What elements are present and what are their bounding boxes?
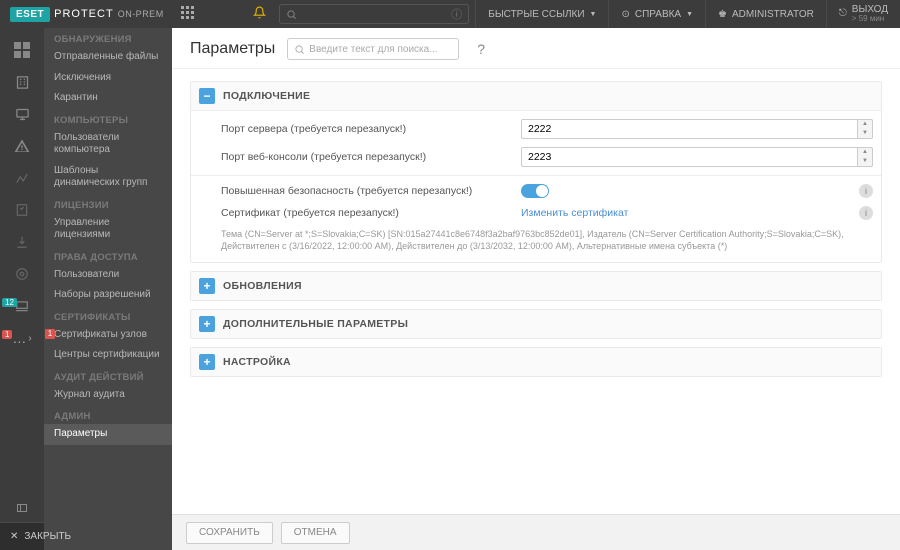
expand-icon: + <box>199 278 215 294</box>
apps-grid-icon[interactable] <box>174 6 202 23</box>
quick-links-menu[interactable]: БЫСТРЫЕ ССЫЛКИ▼ <box>475 0 608 28</box>
rail-building-icon[interactable] <box>0 66 44 98</box>
section-extra: + ДОПОЛНИТЕЛЬНЫЕ ПАРАМЕТРЫ <box>190 309 882 339</box>
section-updates: + ОБНОВЛЕНИЯ <box>190 271 882 301</box>
rail-tasks-icon[interactable] <box>0 194 44 226</box>
side-group-detections: ОБНАРУЖЕНИЯ <box>44 28 172 47</box>
server-port-field[interactable]: ▲▼ <box>521 119 873 139</box>
notifications-bell-icon[interactable] <box>245 6 273 22</box>
section-connection: − ПОДКЛЮЧЕНИЕ Порт сервера (требуется пе… <box>190 81 882 263</box>
side-item-dyn-group-templates[interactable]: Шаблоны динамических групп <box>44 161 172 194</box>
side-item-computer-users[interactable]: Пользователи компьютера <box>44 128 172 161</box>
rail-dashboard-icon[interactable] <box>0 34 44 66</box>
side-item-audit-log[interactable]: Журнал аудита <box>44 385 172 406</box>
change-certificate-link[interactable]: Изменить сертификат <box>521 207 628 219</box>
rail-warning-icon[interactable] <box>0 130 44 162</box>
main-content: − ПОДКЛЮЧЕНИЕ Порт сервера (требуется пе… <box>172 69 900 514</box>
brand-onprem: ON-PREM <box>118 9 164 19</box>
side-group-admin: АДМИН <box>44 405 172 424</box>
side-item-exclusions[interactable]: Исключения <box>44 68 172 89</box>
brand-eset: ESET <box>10 7 50 22</box>
side-group-certs: СЕРТИФИКАТЫ <box>44 306 172 325</box>
help-icon: ⊙ <box>621 9 629 20</box>
rail-monitor-icon[interactable] <box>0 98 44 130</box>
top-bar: ESET PROTECT ON-PREM ⓘ БЫСТРЫЕ ССЫЛКИ▼ ⊙… <box>0 0 900 28</box>
side-group-licenses: ЛИЦЕНЗИИ <box>44 194 172 213</box>
side-item-badge: 1 <box>45 329 55 339</box>
footer-bar: СОХРАНИТЬ ОТМЕНА <box>172 514 900 550</box>
side-group-access: ПРАВА ДОСТУПА <box>44 246 172 265</box>
help-menu[interactable]: ⊙ СПРАВКА▼ <box>608 0 705 28</box>
section-extra-header[interactable]: + ДОПОЛНИТЕЛЬНЫЕ ПАРАМЕТРЫ <box>191 310 881 338</box>
user-icon: ♚ <box>718 9 727 20</box>
brand-protect: PROTECT <box>54 8 114 20</box>
side-item-permission-sets[interactable]: Наборы разрешений <box>44 285 172 306</box>
rail-more-icon[interactable]: 1 … › <box>0 322 44 354</box>
main-header: Параметры Введите текст для поиска... ? <box>172 28 900 69</box>
save-button[interactable]: СОХРАНИТЬ <box>186 522 273 544</box>
page-help-icon[interactable]: ? <box>477 41 485 57</box>
nav-rail: 12 1 … › ✕ ЗАКРЫТЬ <box>0 28 44 550</box>
server-port-spinner[interactable]: ▲▼ <box>857 119 873 139</box>
close-icon: ✕ <box>10 531 18 542</box>
web-port-field[interactable]: ▲▼ <box>521 147 873 167</box>
rail-collapse-button[interactable] <box>0 494 44 522</box>
side-group-audit: АУДИТ ДЕЙСТВИЙ <box>44 366 172 385</box>
rail-policies-icon[interactable] <box>0 258 44 290</box>
info-icon[interactable]: i <box>859 184 873 198</box>
advanced-security-label: Повышенная безопасность (требуется перез… <box>221 185 521 197</box>
topbar-search[interactable]: ⓘ <box>279 4 469 24</box>
user-menu[interactable]: ♚ ADMINISTRATOR <box>705 0 826 28</box>
rail-badge-more: 1 <box>2 330 12 339</box>
settings-search-placeholder: Введите текст для поиска... <box>309 44 437 55</box>
info-icon[interactable]: i <box>859 206 873 220</box>
certificate-details: Тема (CN=Server at *;S=Slovakia;C=SK) [S… <box>221 224 873 254</box>
section-setup: + НАСТРОЙКА <box>190 347 882 377</box>
advanced-security-toggle[interactable] <box>521 184 549 198</box>
page-title: Параметры <box>190 40 275 58</box>
expand-icon: + <box>199 316 215 332</box>
cancel-button[interactable]: ОТМЕНА <box>281 522 350 544</box>
rail-install-icon[interactable] <box>0 226 44 258</box>
main-panel: Параметры Введите текст для поиска... ? … <box>172 28 900 550</box>
logout-button[interactable]: ⎋ ВЫХОД > 59 мин <box>826 0 900 28</box>
side-menu: ОБНАРУЖЕНИЯ Отправленные файлы Исключени… <box>44 28 172 550</box>
certificate-label: Сертификат (требуется перезапуск!) <box>221 207 521 219</box>
server-port-label: Порт сервера (требуется перезапуск!) <box>221 123 521 135</box>
brand: ESET PROTECT ON-PREM <box>0 0 174 28</box>
side-item-ca[interactable]: Центры сертификации <box>44 345 172 366</box>
web-port-label: Порт веб-консоли (требуется перезапуск!) <box>221 151 521 163</box>
side-item-license-mgmt[interactable]: Управление лицензиями <box>44 213 172 246</box>
section-updates-header[interactable]: + ОБНОВЛЕНИЯ <box>191 272 881 300</box>
settings-search[interactable]: Введите текст для поиска... <box>287 38 459 60</box>
search-icon <box>294 44 305 55</box>
rail-computers-icon[interactable]: 12 <box>0 290 44 322</box>
expand-icon: + <box>199 354 215 370</box>
server-port-input[interactable] <box>521 119 857 139</box>
close-button[interactable]: ✕ ЗАКРЫТЬ <box>0 522 44 550</box>
side-item-sent-files[interactable]: Отправленные файлы <box>44 47 172 68</box>
section-connection-header[interactable]: − ПОДКЛЮЧЕНИЕ <box>191 82 881 110</box>
side-item-node-certs[interactable]: 1 Сертификаты узлов <box>44 325 172 346</box>
section-setup-header[interactable]: + НАСТРОЙКА <box>191 348 881 376</box>
side-group-computers: КОМПЬЮТЕРЫ <box>44 109 172 128</box>
rail-badge-computers: 12 <box>2 298 17 307</box>
web-port-spinner[interactable]: ▲▼ <box>857 147 873 167</box>
side-item-parameters[interactable]: Параметры <box>44 424 172 445</box>
collapse-icon: − <box>199 88 215 104</box>
side-item-users[interactable]: Пользователи <box>44 265 172 286</box>
logout-icon: ⎋ <box>839 9 847 19</box>
side-item-quarantine[interactable]: Карантин <box>44 88 172 109</box>
rail-reports-icon[interactable] <box>0 162 44 194</box>
web-port-input[interactable] <box>521 147 857 167</box>
